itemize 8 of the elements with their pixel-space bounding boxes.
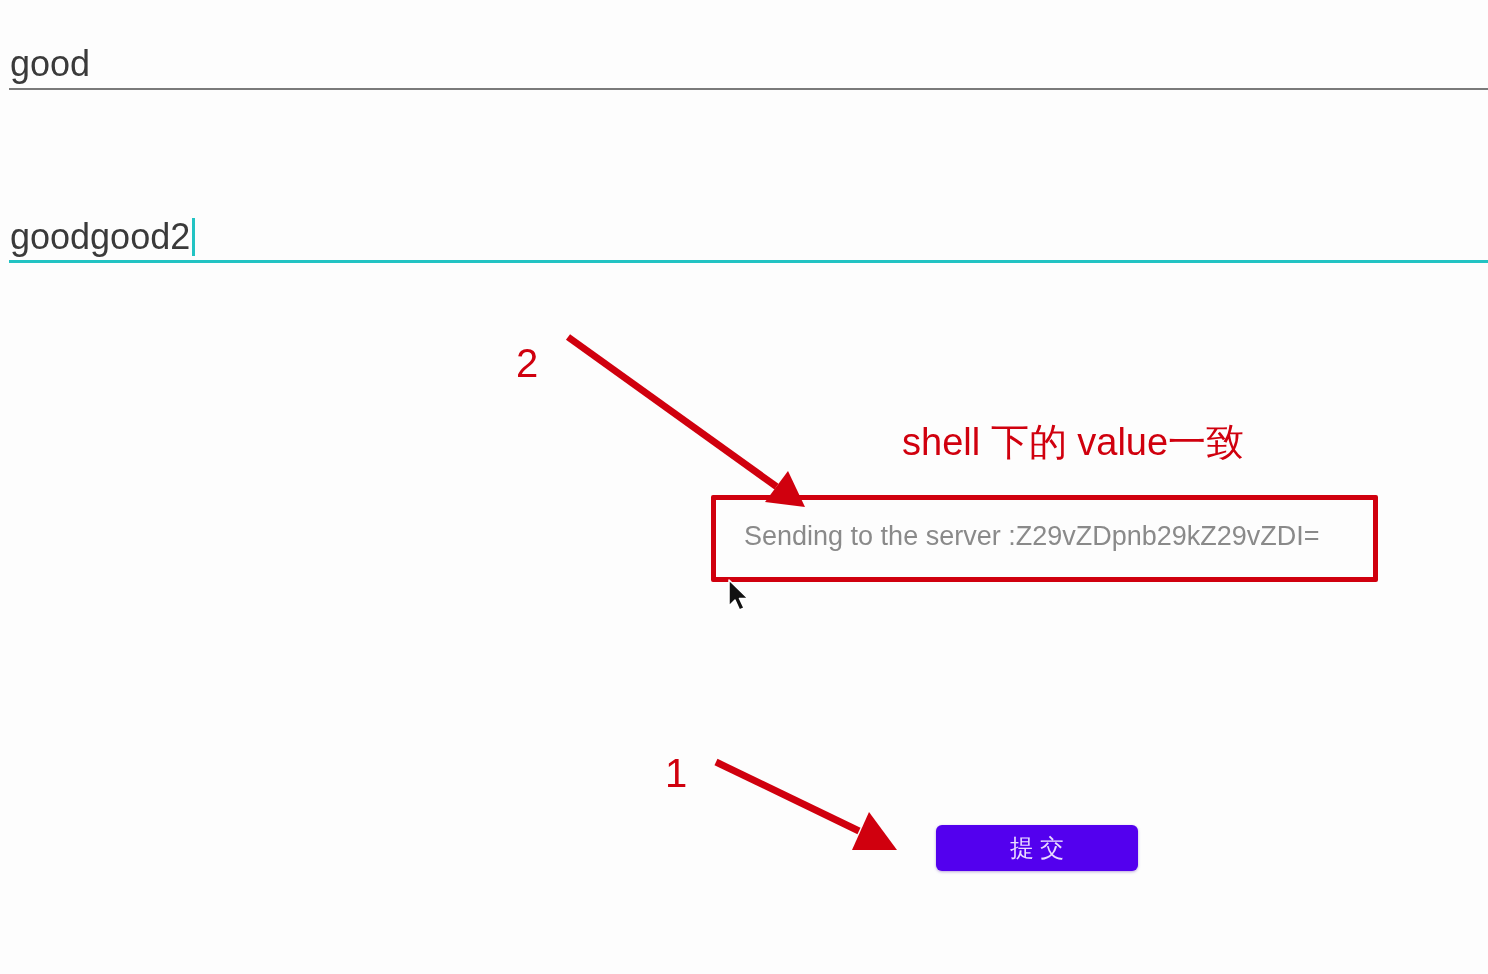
annotation-note: shell 下的 value一致: [902, 420, 1245, 465]
text-field[interactable]: goodgood2: [9, 215, 1488, 263]
text-field[interactable]: good: [9, 42, 1488, 90]
toast-message: Sending to the server :Z29vZDpnb29kZ29vZDI=: [744, 520, 1320, 552]
step-number: 2: [516, 340, 539, 386]
step-number: 1: [665, 750, 688, 796]
submit-button[interactable]: 提交: [936, 825, 1138, 871]
text-caret-icon: [192, 218, 196, 256]
